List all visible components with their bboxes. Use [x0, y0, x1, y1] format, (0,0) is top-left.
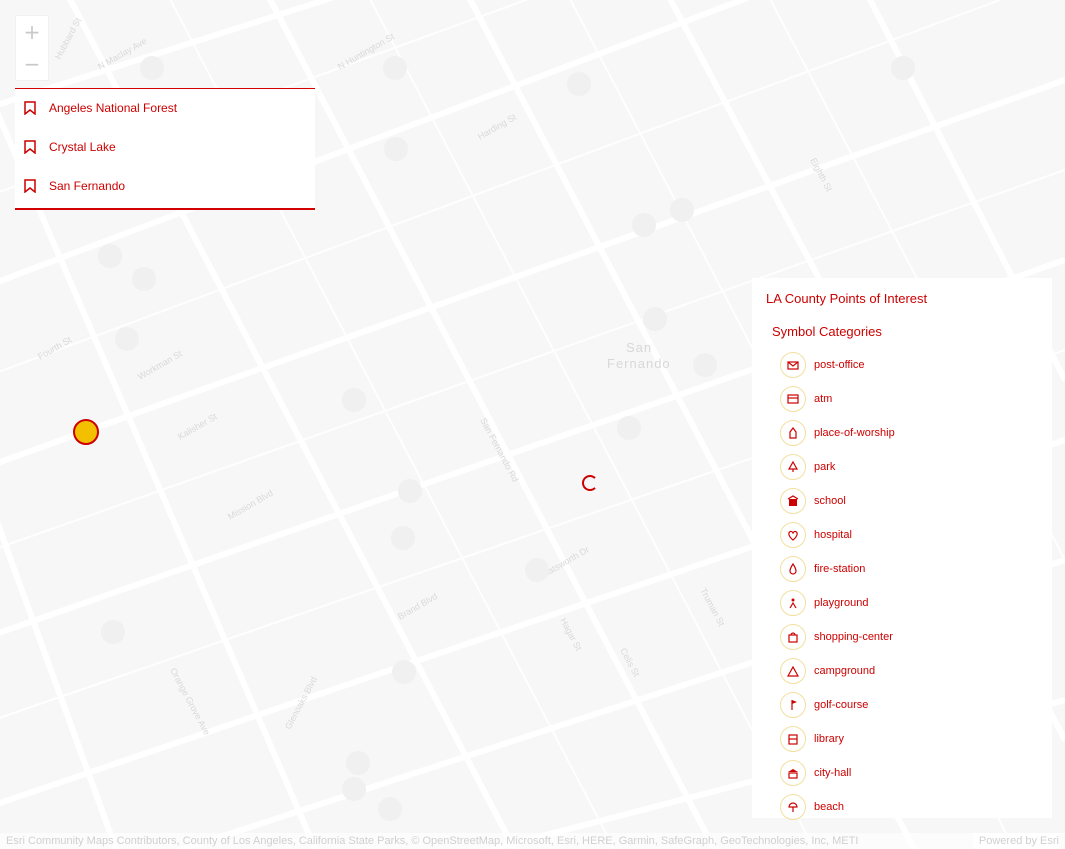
poi-marker[interactable] — [632, 213, 656, 237]
place-of-worship-icon — [780, 420, 806, 446]
poi-marker[interactable] — [617, 416, 641, 440]
poi-marker[interactable] — [132, 267, 156, 291]
legend-label: fire-station — [814, 563, 866, 575]
poi-marker[interactable] — [693, 353, 717, 377]
selected-marker-icon[interactable] — [582, 475, 598, 491]
road-label: Hubbard St — [53, 16, 83, 61]
bookmark-item[interactable]: San Fernando — [15, 166, 315, 205]
bookmark-icon — [23, 178, 37, 194]
zoom-out-button[interactable]: − — [16, 48, 48, 80]
road-label: Hagar St — [558, 616, 584, 652]
road-label: Fourth St — [36, 334, 73, 361]
legend-label: park — [814, 461, 836, 473]
legend-item: place-of-worship — [780, 416, 895, 450]
road-label: Kalisher St — [176, 411, 219, 442]
bookmark-label: San Fernando — [49, 178, 126, 193]
legend-item: hospital — [780, 518, 895, 552]
poi-marker[interactable] — [378, 797, 402, 821]
attribution-text: Esri Community Maps Contributors, County… — [6, 835, 859, 847]
legend-label: city-hall — [814, 767, 852, 779]
legend-label: shopping-center — [814, 631, 893, 643]
poi-marker[interactable] — [383, 56, 407, 80]
zoom-control: + − — [15, 15, 49, 81]
bookmark-label: Crystal Lake — [49, 139, 116, 154]
legend-item: atm — [780, 382, 895, 416]
legend-label: playground — [814, 597, 869, 609]
legend-item: library — [780, 722, 895, 756]
attribution-bar: Esri Community Maps Contributors, County… — [0, 833, 1065, 849]
legend-item: city-hall — [780, 756, 895, 790]
poi-marker[interactable] — [643, 307, 667, 331]
poi-marker[interactable] — [392, 660, 416, 684]
poi-marker[interactable] — [101, 620, 125, 644]
bookmark-icon — [23, 139, 37, 155]
shopping-center-icon — [780, 624, 806, 650]
road-label: Orange Grove Ave — [168, 666, 212, 736]
fire-station-icon — [780, 556, 806, 582]
road-label: Harding St — [476, 112, 518, 142]
poi-marker[interactable] — [115, 327, 139, 351]
campground-icon — [780, 658, 806, 684]
poi-marker[interactable] — [140, 56, 164, 80]
hospital-icon — [780, 522, 806, 548]
zoom-in-button[interactable]: + — [16, 16, 48, 48]
park-icon — [780, 454, 806, 480]
bookmark-item[interactable]: Angeles National Forest — [15, 88, 315, 127]
road-label: Truman St — [698, 586, 727, 628]
poi-marker[interactable] — [670, 198, 694, 222]
school-icon — [780, 488, 806, 514]
legend-item: shopping-center — [780, 620, 895, 654]
bookmark-label: Angeles National Forest — [49, 100, 178, 115]
legend-label: library — [814, 733, 844, 745]
legend-label: post-office — [814, 359, 865, 371]
legend-label: golf-course — [814, 699, 869, 711]
poi-marker[interactable] — [525, 558, 549, 582]
road-label: Brand Blvd — [396, 591, 439, 622]
playground-icon — [780, 590, 806, 616]
legend-label: place-of-worship — [814, 427, 895, 439]
poi-marker[interactable] — [891, 56, 915, 80]
legend-label: school — [814, 495, 846, 507]
city-label: San — [626, 340, 652, 355]
poi-marker[interactable] — [398, 479, 422, 503]
beach-icon — [780, 794, 806, 820]
legend-item: park — [780, 450, 895, 484]
poi-marker[interactable] — [342, 777, 366, 801]
post-office-icon — [780, 352, 806, 378]
poi-marker[interactable] — [567, 72, 591, 96]
legend-label: campground — [814, 665, 876, 677]
legend-item: post-office — [780, 348, 895, 382]
bookmark-item[interactable]: Crystal Lake — [15, 127, 315, 166]
legend-item: fire-station — [780, 552, 895, 586]
poi-marker[interactable] — [342, 388, 366, 412]
legend-item: golf-course — [780, 688, 895, 722]
bookmark-icon — [23, 100, 37, 116]
golf-course-icon — [780, 692, 806, 718]
legend-title: LA County Points of Interest — [766, 291, 928, 306]
road-label: Workman St — [136, 348, 184, 382]
poi-marker[interactable] — [384, 137, 408, 161]
legend-label: hospital — [814, 529, 852, 541]
legend-panel: LA County Points of Interest Symbol Cate… — [752, 278, 1052, 820]
road-label: Mission Blvd — [226, 488, 275, 522]
school-marker-icon[interactable] — [73, 419, 99, 445]
bookmarks-panel: Angeles National Forest Crystal Lake San… — [15, 88, 315, 210]
legend-item: campground — [780, 654, 895, 688]
poi-marker[interactable] — [98, 244, 122, 268]
legend-item: playground — [780, 586, 895, 620]
poi-marker[interactable] — [346, 751, 370, 775]
legend-list: post-office atm place-of-worship park sc… — [780, 348, 895, 824]
city-hall-icon — [780, 760, 806, 786]
legend-label: atm — [814, 393, 833, 405]
atm-icon — [780, 386, 806, 412]
library-icon — [780, 726, 806, 752]
legend-subtitle: Symbol Categories — [772, 324, 882, 339]
legend-label: beach — [814, 801, 844, 813]
city-label: Fernando — [607, 356, 671, 371]
powered-by-link[interactable]: Powered by Esri — [972, 833, 1059, 849]
poi-marker[interactable] — [391, 526, 415, 550]
legend-item: beach — [780, 790, 895, 824]
legend-item: school — [780, 484, 895, 518]
